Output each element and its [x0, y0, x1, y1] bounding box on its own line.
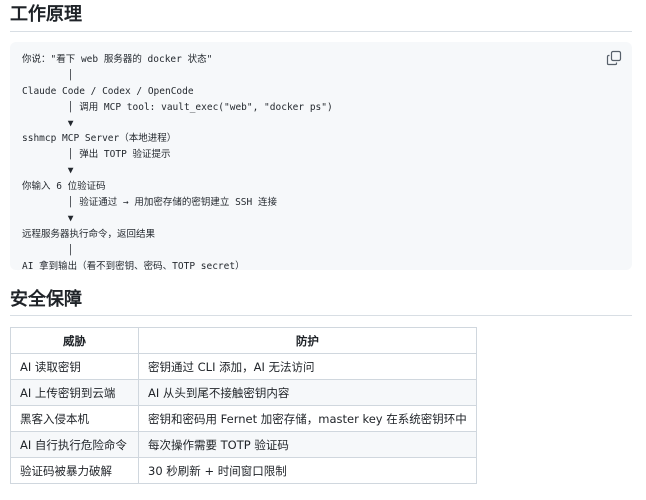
- section-divider: [10, 31, 632, 32]
- section-title-security: 安全保障: [10, 289, 82, 310]
- code-line: 远程服务器执行命令，返回结果: [22, 228, 156, 240]
- code-line: │: [22, 244, 74, 256]
- readme-page: 工作原理 你说："看下 web 服务器的 docker 状态" │ Claude…: [0, 0, 646, 500]
- code-line: ▼: [22, 212, 74, 224]
- table-row: 验证码被暴力破解 30 秒刷新 + 时间窗口限制: [10, 457, 477, 484]
- code-block: 你说："看下 web 服务器的 docker 状态" │ Claude Code…: [10, 42, 632, 272]
- defense-cell: 密钥通过 CLI 添加，AI 无法访问: [138, 353, 477, 380]
- threat-table: 威胁 防护 AI 读取密钥 密钥通过 CLI 添加，AI 无法访问 AI 上传密…: [10, 327, 477, 484]
- defense-cell: 密钥和密码用 Fernet 加密存储，master key 在系统密钥环中: [138, 405, 477, 432]
- code-line: sshmcp MCP Server（本地进程）: [22, 133, 177, 145]
- threat-cell: AI 上传密钥到云端: [10, 379, 139, 406]
- code-line: ▼: [22, 165, 74, 177]
- copy-icon[interactable]: [606, 50, 622, 66]
- code-line: AI 拿到输出（看不到密钥、密码、TOTP secret）: [22, 260, 245, 272]
- code-line: │ 调用 MCP tool: vault_exec("web", "docker…: [22, 101, 333, 113]
- code-line: │: [22, 69, 74, 81]
- code-lines: 你说："看下 web 服务器的 docker 状态" │ Claude Code…: [22, 52, 333, 274]
- threat-cell: AI 自行执行危险命令: [10, 431, 139, 458]
- table-row: AI 读取密钥 密钥通过 CLI 添加，AI 无法访问: [10, 353, 477, 380]
- threat-cell: AI 读取密钥: [10, 353, 139, 380]
- threat-cell: 验证码被暴力破解: [10, 457, 139, 484]
- code-line: ▼: [22, 117, 74, 129]
- header-defense: 防护: [138, 327, 477, 354]
- code-line: 你输入 6 位验证码: [22, 181, 106, 193]
- table-header-row: 威胁 防护: [10, 327, 477, 354]
- code-line: │ 弹出 TOTP 验证提示: [22, 149, 171, 161]
- header-threat: 威胁: [10, 327, 139, 354]
- defense-cell: 30 秒刷新 + 时间窗口限制: [138, 457, 477, 484]
- code-line: │ 验证通过 → 用加密存储的密钥建立 SSH 连接: [22, 197, 277, 209]
- defense-cell: 每次操作需要 TOTP 验证码: [138, 431, 477, 458]
- section-title-principle: 工作原理: [10, 4, 82, 25]
- code-line: 你说："看下 web 服务器的 docker 状态": [22, 54, 213, 65]
- table-row: 黑客入侵本机 密钥和密码用 Fernet 加密存储，master key 在系统…: [10, 405, 477, 432]
- defense-cell: AI 从头到尾不接触密钥内容: [138, 379, 477, 406]
- table-row: AI 自行执行危险命令 每次操作需要 TOTP 验证码: [10, 431, 477, 458]
- table-row: AI 上传密钥到云端 AI 从头到尾不接触密钥内容: [10, 379, 477, 406]
- code-line: Claude Code / Codex / OpenCode: [22, 85, 194, 97]
- section-divider: [10, 315, 632, 316]
- threat-cell: 黑客入侵本机: [10, 405, 139, 432]
